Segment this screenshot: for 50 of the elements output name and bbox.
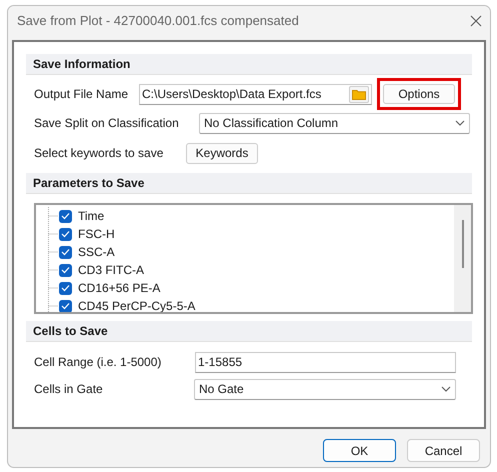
field-label: Select keywords to save: [34, 145, 164, 162]
parameter-label: CD3 FITC-A: [78, 262, 144, 279]
check-icon: [61, 266, 70, 274]
check-icon: [61, 248, 70, 256]
checkbox[interactable]: [59, 228, 72, 240]
dropdown[interactable]: No Classification Column: [199, 112, 470, 134]
checkbox[interactable]: [59, 246, 72, 258]
check-icon: [61, 284, 70, 292]
checkbox[interactable]: [59, 300, 72, 312]
section-header: Save Information: [26, 54, 472, 75]
dropdown-value: No Classification Column: [204, 115, 338, 132]
parameter-label: CD16+56 PE-A: [78, 280, 160, 297]
scrollbar[interactable]: [454, 205, 471, 312]
check-icon: [61, 230, 70, 238]
section-header: Parameters to Save: [26, 173, 472, 194]
keywords-button[interactable]: Keywords: [186, 142, 258, 164]
cell-range-value: 1-15855: [198, 354, 242, 371]
parameter-label: SSC-A: [78, 244, 115, 261]
tree-connector: [48, 243, 59, 261]
tree-connector: [48, 297, 59, 312]
dropdown-value: No Gate: [199, 381, 244, 398]
checkbox[interactable]: [59, 282, 72, 294]
chevron-down-icon: [455, 120, 465, 126]
folder-icon: [352, 88, 366, 100]
section-header: Cells to Save: [26, 321, 472, 342]
parameter-label: Time: [78, 208, 104, 225]
window-title: Save from Plot - 42700040.001.fcs compensated: [17, 12, 299, 30]
browse-button[interactable]: [349, 86, 369, 102]
tree-connector: [48, 225, 59, 243]
field-label: Save Split on Classification: [34, 115, 180, 132]
file-path-field[interactable]: C:\Users\Desktop\Data Export.fcs: [139, 84, 372, 104]
field-label: Cell Range (i.e. 1-5000): [34, 354, 162, 371]
check-icon: [61, 302, 70, 310]
check-icon: [61, 212, 70, 220]
dropdown[interactable]: No Gate: [194, 378, 456, 400]
field-label: Cells in Gate: [34, 381, 104, 398]
tree-connector: [48, 261, 59, 279]
chevron-down-icon: [441, 386, 451, 392]
checkbox[interactable]: [59, 264, 72, 276]
checkbox[interactable]: [59, 210, 72, 222]
field-label: Output File Name: [34, 86, 130, 103]
close-icon[interactable]: [470, 15, 482, 27]
options-button[interactable]: Options: [383, 84, 455, 104]
dialog-button[interactable]: Cancel: [407, 439, 480, 462]
dialog-button[interactable]: OK: [323, 439, 396, 462]
file-path-value: C:\Users\Desktop\Data Export.fcs: [142, 86, 322, 103]
cell-range-field[interactable]: 1-15855: [195, 352, 456, 372]
parameter-label: FSC-H: [78, 226, 115, 243]
tree-connector: [48, 279, 59, 297]
tree-connector: [48, 207, 59, 225]
